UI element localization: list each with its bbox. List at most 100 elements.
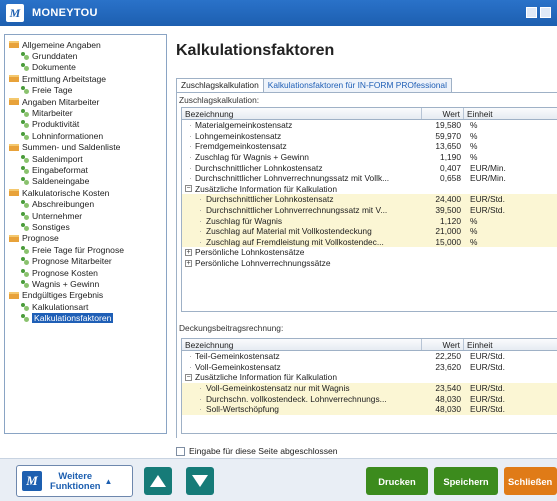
sidebar-item[interactable]: Unternehmer xyxy=(7,210,164,221)
column-header-unit[interactable]: Einheit xyxy=(464,108,557,119)
sidebar-item-label: Allgemeine Angaben xyxy=(22,39,101,50)
sidebar-item[interactable]: Eingabeformat xyxy=(7,164,164,175)
sidebar-item-label: Kalkulatorische Kosten xyxy=(22,187,110,198)
table-row[interactable]: Fremdgemeinkostensatz 13,650% xyxy=(182,141,557,152)
table-row[interactable]: Voll-Gemeinkostensatz nur mit Wagnis 23,5… xyxy=(182,382,557,394)
table-row[interactable]: Lohngemeinkostensatz 59,970% xyxy=(182,131,557,142)
sidebar-item[interactable]: Prognose Mitarbeiter xyxy=(7,255,164,266)
sidebar-item[interactable]: Abschreibungen xyxy=(7,198,164,209)
sidebar-item[interactable]: Grunddaten xyxy=(7,50,164,61)
row-unit: % xyxy=(470,226,478,237)
table-row[interactable]: Soll-Wertschöpfung 48,030 EUR/Std. xyxy=(182,403,557,415)
sidebar-item[interactable]: Freie Tage für Prognose xyxy=(7,244,164,255)
sidebar-item-label: Saldenimport xyxy=(32,153,83,164)
row-value: 48,030 xyxy=(435,404,461,415)
app-logo-icon: M xyxy=(22,471,42,491)
group-row[interactable]: + Persönliche Lohnkostensätze xyxy=(182,247,557,258)
row-value: 24,400 xyxy=(435,194,461,205)
table-row[interactable]: Zuschlag für Wagnis 1,120% xyxy=(182,215,557,226)
table-row[interactable]: Durchschnittlicher Lohnverrechnungssatz … xyxy=(182,173,557,184)
sidebar-item-label: Sonstiges xyxy=(32,221,70,232)
group-row[interactable]: − Zusätzliche Information für Kalkulation xyxy=(182,372,557,383)
table-row[interactable]: Durchschn. vollkostendeck. Lohnverrechnu… xyxy=(182,393,557,404)
table-row[interactable]: Materialgemeinkostensatz 19,580% xyxy=(182,120,557,131)
sidebar-item[interactable]: Endgültiges Ergebnis xyxy=(7,290,164,301)
collapse-icon[interactable]: − xyxy=(185,185,192,193)
column-header-unit[interactable]: Einheit xyxy=(464,339,557,350)
page-icon xyxy=(21,211,29,220)
table-row[interactable]: Zuschlag auf Material mit Vollkostendeck… xyxy=(182,225,557,237)
group-label-text: Persönliche Lohnverrechnungssätze xyxy=(195,258,331,269)
sidebar-item[interactable]: Wagnis + Gewinn xyxy=(7,278,164,289)
page-icon xyxy=(21,268,29,277)
page-icon xyxy=(21,109,29,118)
row-name: Materialgemeinkostensatz xyxy=(182,120,422,130)
table-row[interactable]: Zuschlag für Wagnis + Gewinn 1,190% xyxy=(182,152,557,163)
sidebar-item-label: Kalkulationsfaktoren xyxy=(32,313,114,324)
sidebar-item[interactable]: Saldenimport xyxy=(7,153,164,164)
save-button[interactable]: Speichern xyxy=(434,467,498,495)
table-row[interactable]: Durchschnittlicher Lohnverrechnungssatz … xyxy=(182,204,557,216)
sidebar-item[interactable]: Lohninformationen xyxy=(7,130,164,141)
sidebar-item[interactable]: Saldeneingabe xyxy=(7,176,164,187)
column-header-value[interactable]: Wert xyxy=(422,339,464,350)
sidebar-item-label: Grunddaten xyxy=(32,51,78,62)
next-page-button[interactable] xyxy=(186,467,214,495)
sidebar-item[interactable]: Mitarbeiter xyxy=(7,107,164,118)
row-unit: EUR/Std. xyxy=(470,404,505,415)
sidebar-item[interactable]: Freie Tage xyxy=(7,85,164,96)
sidebar-item-label: Lohninformationen xyxy=(32,130,104,141)
sidebar-item-label: Summen- und Saldenliste xyxy=(22,142,121,153)
folder-icon xyxy=(9,189,19,197)
table-row[interactable]: Durchschnittlicher Lohnkostensatz 24,400 E… xyxy=(182,194,557,205)
row-name: Durchschnittlicher Lohnkostensatz xyxy=(182,194,422,204)
row-name: Teil-Gemeinkostensatz xyxy=(182,351,422,361)
sidebar-item[interactable]: Allgemeine Angaben xyxy=(7,39,164,50)
sidebar-item-label: Wagnis + Gewinn xyxy=(32,278,100,289)
completed-checkbox-label: Eingabe für diese Seite abgeschlossen xyxy=(189,446,338,456)
close-button[interactable]: Schließen xyxy=(504,467,557,495)
table-row[interactable]: Zuschlag auf Fremdleistung mit Vollkoste… xyxy=(182,236,557,248)
column-header-name[interactable]: Bezeichnung xyxy=(182,108,422,119)
tab-kalkulationsfaktoren-inform[interactable]: Kalkulationsfaktoren für IN-FORM PROfess… xyxy=(263,78,452,92)
expand-icon[interactable]: + xyxy=(185,248,192,256)
column-header-value[interactable]: Wert xyxy=(422,108,464,119)
sidebar-item-label: Freie Tage für Prognose xyxy=(32,244,125,255)
table-row[interactable]: Voll-Gemeinkostensatz 23,620 EUR/Std. xyxy=(182,362,557,373)
row-unit: EUR/Std. xyxy=(470,205,505,216)
sidebar-item[interactable]: Summen- und Saldenliste xyxy=(7,142,164,153)
sidebar-item[interactable]: Kalkulatorische Kosten xyxy=(7,187,164,198)
caret-up-icon: ▲ xyxy=(104,476,113,486)
tab-zuschlagskalkulation[interactable]: Zuschlagskalkulation xyxy=(176,78,264,92)
page-icon xyxy=(21,120,29,129)
sidebar-item[interactable]: Dokumente xyxy=(7,62,164,73)
print-button[interactable]: Drucken xyxy=(366,467,428,495)
completed-checkbox[interactable] xyxy=(176,446,185,456)
row-unit: EUR/Min. xyxy=(470,173,506,184)
sidebar-item[interactable]: Kalkulationsart xyxy=(7,301,164,312)
sidebar-item-label: Angaben Mitarbeiter xyxy=(22,96,100,107)
expand-icon[interactable]: + xyxy=(185,259,192,267)
sidebar-item[interactable]: Kalkulationsfaktoren xyxy=(7,312,164,324)
more-functions-button[interactable]: M Weitere Funktionen ▲ xyxy=(16,465,133,497)
completed-checkbox-row[interactable]: Eingabe für diese Seite abgeschlossen xyxy=(176,446,338,456)
group-row[interactable]: − Zusätzliche Information für Kalkulation xyxy=(182,184,557,195)
sidebar-item[interactable]: Sonstiges xyxy=(7,221,164,232)
section-label-zuschlag: Zuschlagskalkulation: xyxy=(179,95,260,105)
tab-panel: Zuschlagskalkulation: Bezeichnung Wert Ein… xyxy=(176,92,557,438)
page-icon xyxy=(21,154,29,163)
sidebar-item[interactable]: Produktivität xyxy=(7,119,164,130)
maximize-button[interactable] xyxy=(540,7,551,18)
previous-page-button[interactable] xyxy=(144,467,172,495)
table-row[interactable]: Durchschnittlicher Lohnkostensatz 0,407 EU… xyxy=(182,162,557,173)
minimize-button[interactable] xyxy=(526,7,537,18)
sidebar-item[interactable]: Prognose xyxy=(7,233,164,244)
group-row[interactable]: + Persönliche Lohnverrechnungssätze xyxy=(182,258,557,269)
sidebar-item[interactable]: Ermittlung Arbeitstage xyxy=(7,73,164,84)
sidebar-item[interactable]: Angaben Mitarbeiter xyxy=(7,96,164,107)
sidebar-item[interactable]: Prognose Kosten xyxy=(7,267,164,278)
collapse-icon[interactable]: − xyxy=(185,373,192,381)
table-row[interactable]: Teil-Gemeinkostensatz 22,250 EUR/Std. xyxy=(182,351,557,362)
column-header-name[interactable]: Bezeichnung xyxy=(182,339,422,350)
page-icon xyxy=(21,279,29,288)
